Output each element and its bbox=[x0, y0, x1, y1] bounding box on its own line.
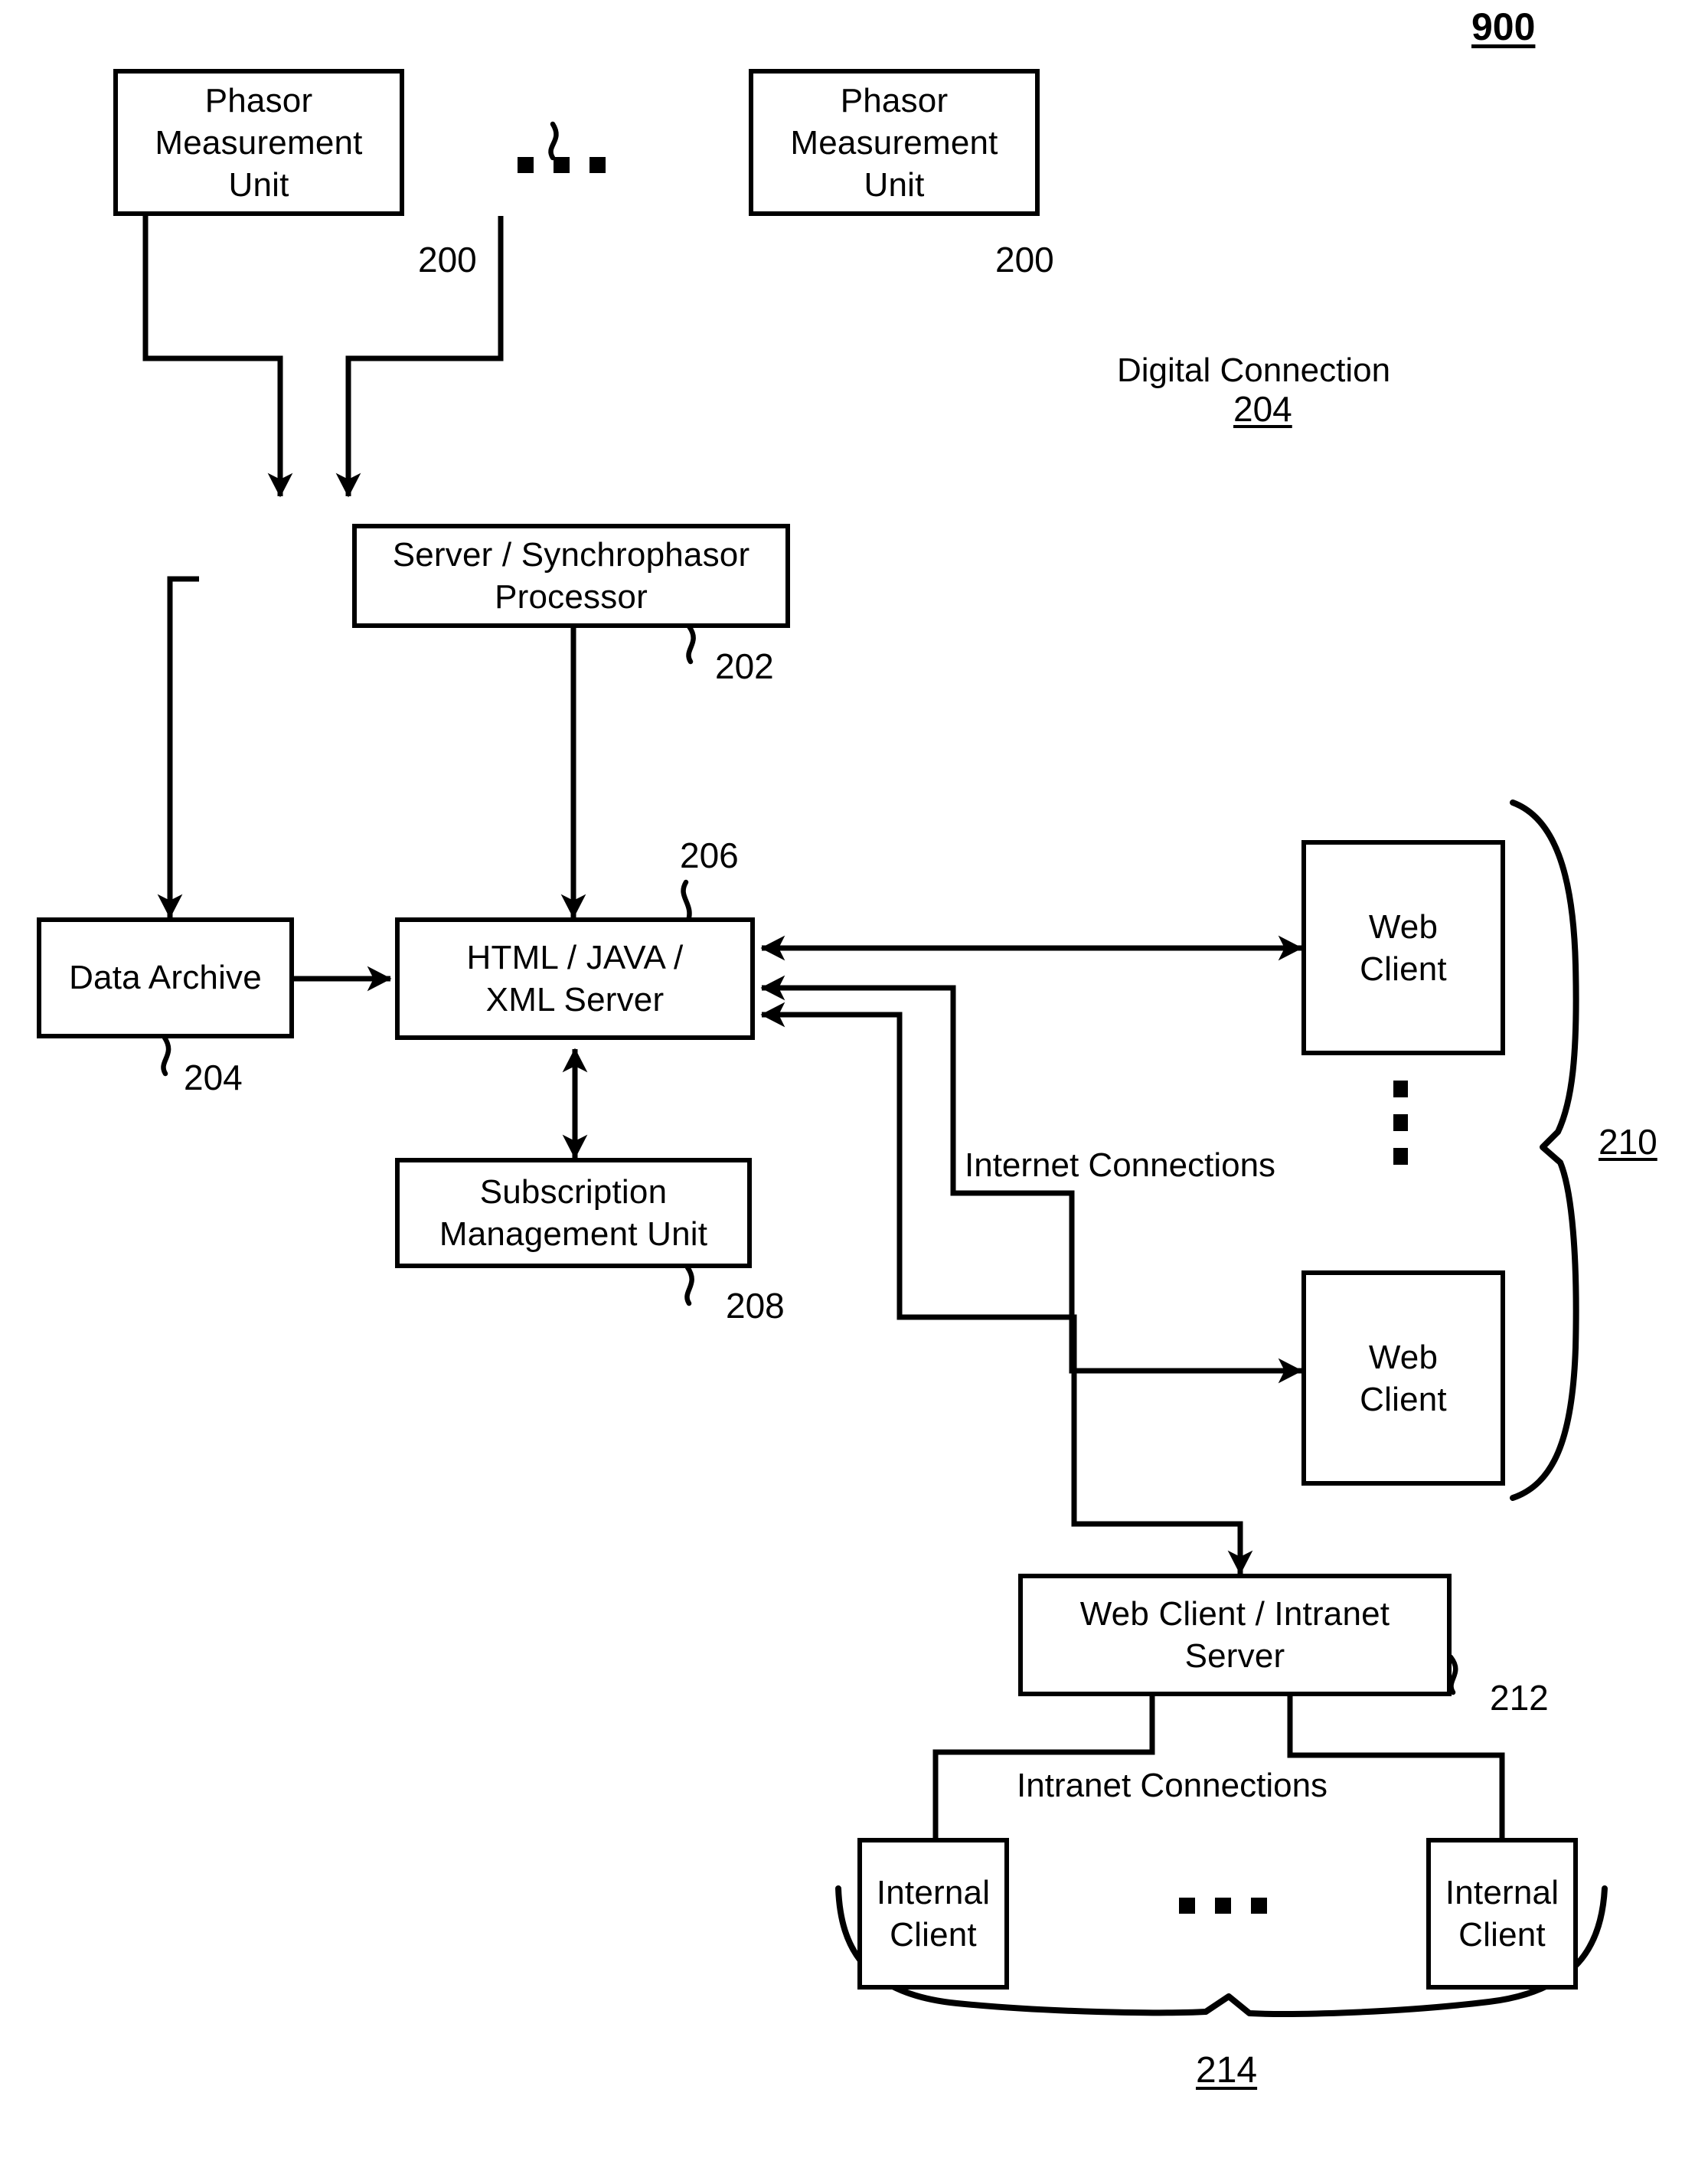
subscription-unit-line2: Management Unit bbox=[439, 1215, 708, 1253]
ref-num-intranet-server: 212 bbox=[1490, 1678, 1549, 1718]
ref-num-pmu-left: 200 bbox=[418, 240, 477, 280]
node-server-synchrophasor-processor: Server / Synchrophasor Processor bbox=[352, 524, 790, 628]
web-client-top-line2: Client bbox=[1360, 950, 1447, 988]
data-archive-label: Data Archive bbox=[69, 959, 262, 997]
ref-num-data-archive: 204 bbox=[184, 1058, 243, 1097]
intranet-server-line2: Server bbox=[1184, 1637, 1285, 1675]
ellipsis-dots-internal-clients bbox=[1179, 1898, 1267, 1914]
internal-client-left-line1: Internal bbox=[876, 1874, 991, 1911]
ellipsis-dots-web-clients bbox=[1393, 1081, 1408, 1165]
node-subscription-management-unit: Subscription Management Unit bbox=[395, 1158, 752, 1268]
subscription-unit-line1: Subscription bbox=[479, 1173, 668, 1211]
pmu-left-line3: Unit bbox=[228, 165, 289, 204]
node-web-client-bottom: Web Client bbox=[1301, 1270, 1505, 1486]
lead-line-pmu-right bbox=[548, 121, 559, 161]
pmu-right-line2: Measurement bbox=[790, 123, 998, 162]
label-intranet-connections: Intranet Connections bbox=[1017, 1767, 1328, 1804]
node-phasor-measurement-unit-left: Phasor Measurement Unit bbox=[113, 69, 404, 216]
xml-server-line2: XML Server bbox=[485, 981, 665, 1019]
xml-server-line1: HTML / JAVA / bbox=[466, 939, 684, 976]
node-web-client-intranet-server: Web Client / Intranet Server bbox=[1018, 1574, 1452, 1696]
web-client-bottom-line2: Client bbox=[1360, 1380, 1447, 1418]
node-internal-client-right: Internal Client bbox=[1426, 1838, 1578, 1990]
ref-num-web-clients-group: 210 bbox=[1599, 1122, 1657, 1162]
connector-server-to-data-archive bbox=[157, 576, 199, 919]
node-web-client-top: Web Client bbox=[1301, 840, 1505, 1055]
web-client-bottom-line1: Web bbox=[1368, 1338, 1439, 1376]
pmu-right-line1: Phasor bbox=[840, 81, 949, 119]
pmu-right-line3: Unit bbox=[864, 165, 925, 204]
ref-num-digital-connection: 204 bbox=[1233, 389, 1292, 429]
ref-num-server-processor: 202 bbox=[715, 646, 774, 686]
web-client-top-line1: Web bbox=[1368, 907, 1439, 946]
server-processor-line2: Processor bbox=[495, 578, 648, 616]
lead-line-server-processor bbox=[686, 623, 696, 665]
label-internet-connections: Internet Connections bbox=[965, 1146, 1276, 1184]
connector-xml-server-intranet-server bbox=[760, 1002, 1253, 1575]
internal-client-left-line2: Client bbox=[890, 1916, 977, 1954]
pmu-left-line1: Phasor bbox=[204, 81, 313, 119]
pmu-left-line2: Measurement bbox=[155, 123, 363, 162]
ref-num-pmu-right: 200 bbox=[995, 240, 1054, 280]
brace-web-clients-210 bbox=[1510, 799, 1579, 1501]
label-digital-connection: Digital Connection bbox=[1117, 351, 1391, 389]
ref-num-xml-server: 206 bbox=[680, 835, 739, 875]
internal-client-right-line2: Client bbox=[1458, 1916, 1546, 1954]
intranet-server-line1: Web Client / Intranet bbox=[1079, 1595, 1390, 1633]
node-data-archive: Data Archive bbox=[37, 917, 294, 1038]
ellipsis-dots-pmu bbox=[518, 157, 606, 173]
connector-pmu-left-to-server bbox=[142, 216, 293, 498]
patent-figure-page: 900 Phasor Measurement Unit 200 Phasor M… bbox=[0, 0, 1708, 2158]
node-internal-client-left: Internal Client bbox=[857, 1838, 1009, 1990]
internal-client-right-line1: Internal bbox=[1445, 1874, 1559, 1911]
connector-layer bbox=[142, 121, 1608, 2017]
node-html-java-xml-server: HTML / JAVA / XML Server bbox=[395, 917, 755, 1040]
node-phasor-measurement-unit-right: Phasor Measurement Unit bbox=[749, 69, 1040, 216]
figure-number: 900 bbox=[1471, 5, 1536, 48]
lead-line-subscription-unit bbox=[684, 1264, 694, 1306]
server-processor-line1: Server / Synchrophasor bbox=[392, 536, 750, 574]
lead-line-data-archive bbox=[161, 1035, 171, 1077]
ref-num-subscription-unit: 208 bbox=[726, 1286, 785, 1326]
ref-num-internal-clients-group: 214 bbox=[1196, 2050, 1258, 2091]
